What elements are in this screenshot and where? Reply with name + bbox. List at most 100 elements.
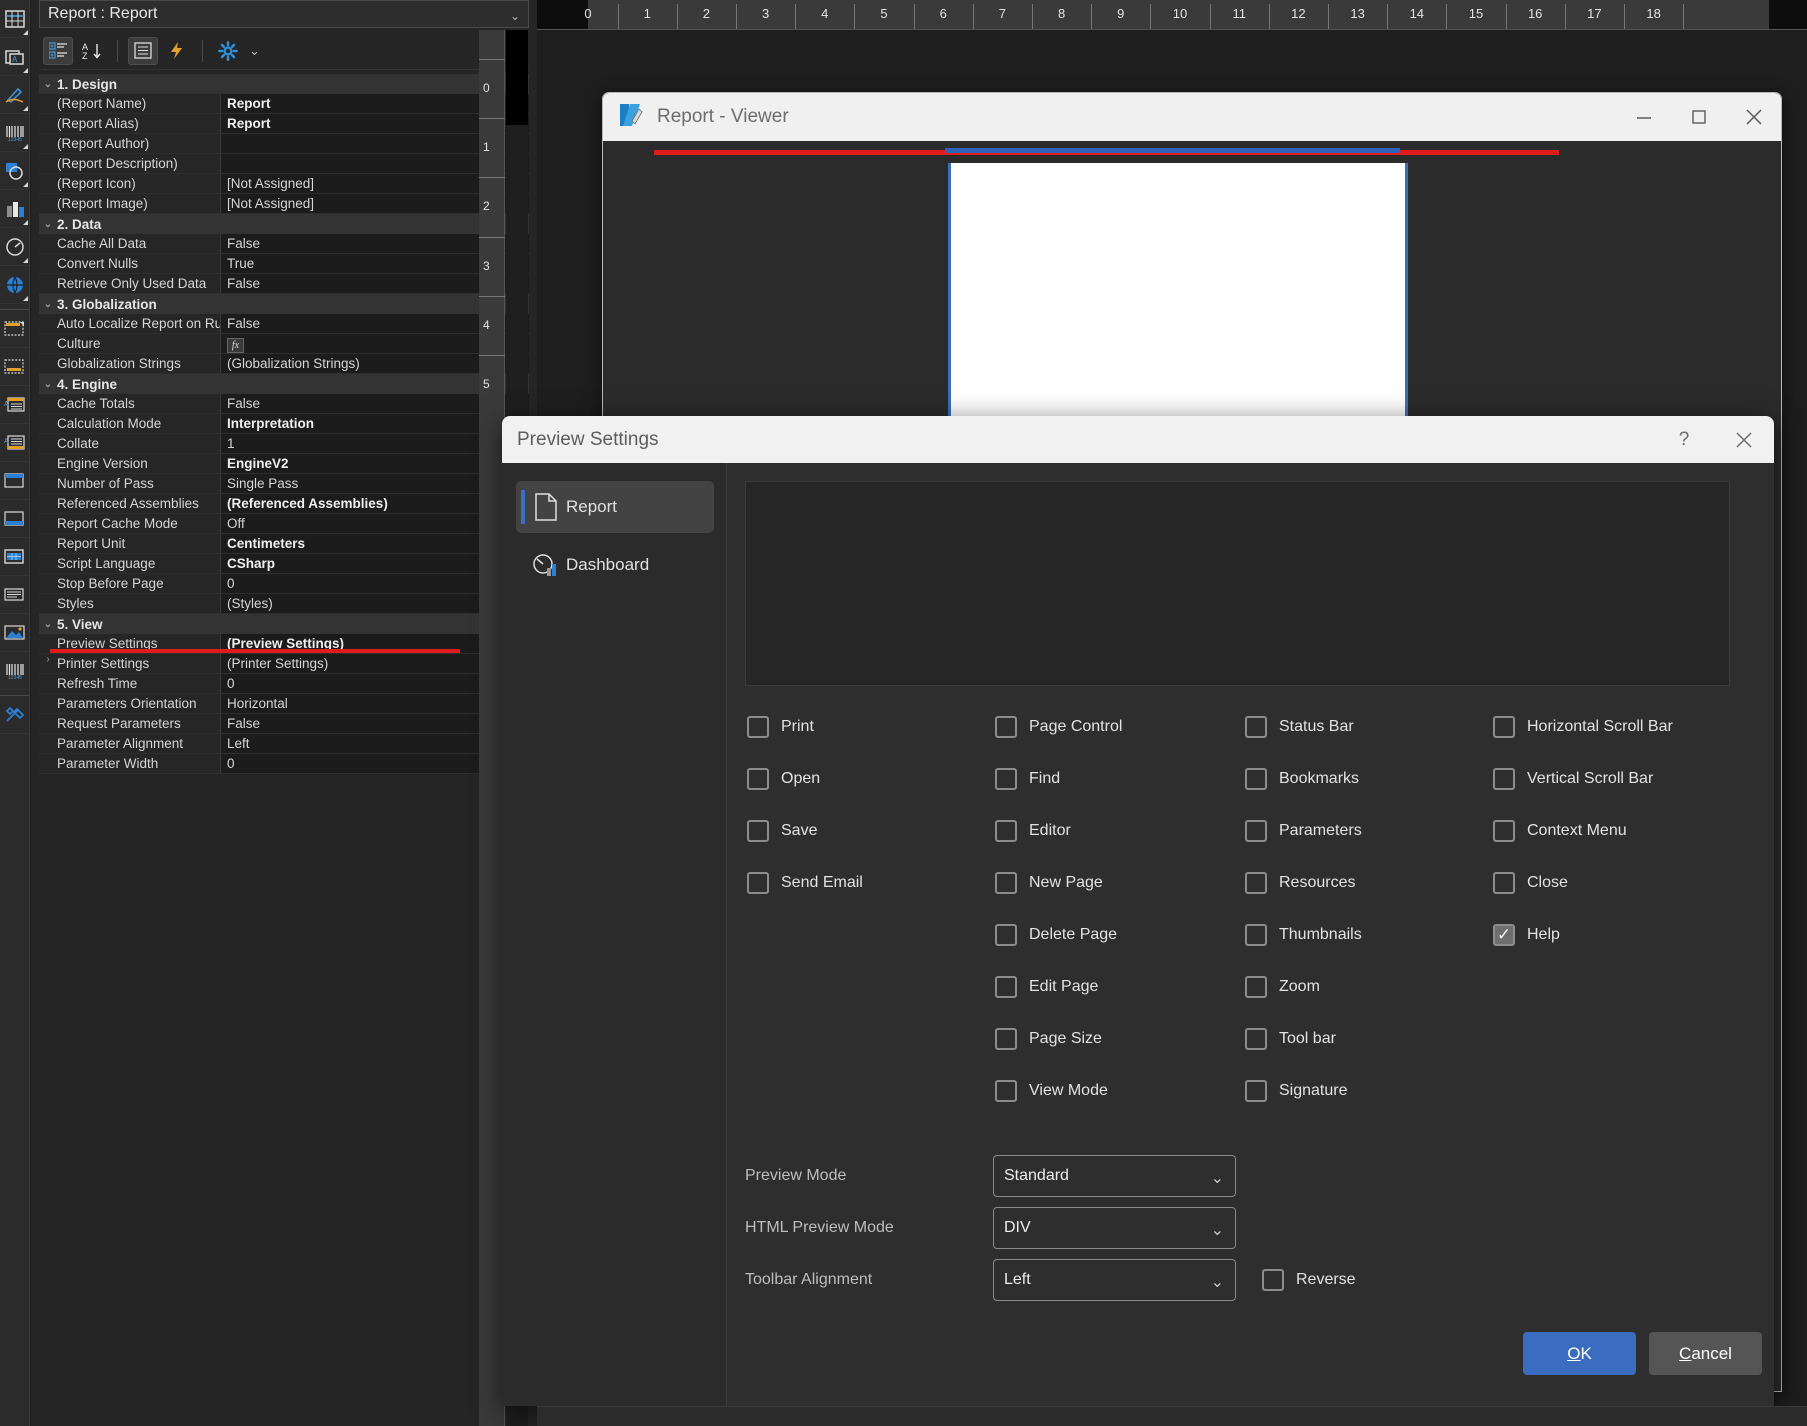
checkbox-item[interactable]: View Mode xyxy=(995,1075,1122,1107)
designer-horizontal-scrollbar[interactable] xyxy=(537,1406,1807,1426)
property-row[interactable]: › Printer Settings (Printer Settings) xyxy=(39,654,529,674)
viewer-title-bar[interactable]: Report - Viewer xyxy=(603,93,1781,141)
property-row[interactable]: Collate 1 xyxy=(39,434,529,454)
tool-page-footer-band[interactable]: A xyxy=(0,424,30,462)
checkbox-item[interactable]: Resources xyxy=(1245,867,1362,899)
checkbox[interactable] xyxy=(1245,716,1267,738)
checkbox-item[interactable]: Bookmarks xyxy=(1245,763,1362,795)
toolbar-alignment-select[interactable]: Left ⌄ xyxy=(993,1258,1236,1301)
property-category-row[interactable]: ⌄ 2. Data xyxy=(39,214,529,234)
tool-report-title-band[interactable] xyxy=(0,310,30,348)
checkbox[interactable] xyxy=(747,820,769,842)
checkbox-item[interactable]: Help xyxy=(1493,919,1673,951)
tool-text[interactable] xyxy=(0,576,30,614)
tool-expand-corner[interactable] xyxy=(23,258,28,263)
checkbox[interactable] xyxy=(1493,820,1515,842)
property-row[interactable]: Auto Localize Report on Run False xyxy=(39,314,529,334)
tool-chart[interactable] xyxy=(0,190,30,228)
property-row[interactable]: Request Parameters False xyxy=(39,714,529,734)
checkbox-item[interactable]: Save xyxy=(747,815,863,847)
tool-expand-corner[interactable] xyxy=(23,144,28,149)
tool-rich-text[interactable]: A xyxy=(0,38,30,76)
dialog-window-controls[interactable]: ? xyxy=(1654,416,1774,463)
checkbox[interactable] xyxy=(1245,872,1267,894)
tool-data-band[interactable] xyxy=(0,538,30,576)
events-button[interactable] xyxy=(162,37,192,65)
tool-image[interactable] xyxy=(0,614,30,652)
checkbox[interactable] xyxy=(1245,1080,1267,1102)
tool-expand-corner[interactable] xyxy=(23,220,28,225)
chevron-down-icon[interactable]: ⌄ xyxy=(1211,1272,1224,1292)
property-toolbar[interactable]: AZ ⌄ xyxy=(39,32,529,70)
tool-report-summary-band[interactable] xyxy=(0,348,30,386)
categorized-button[interactable] xyxy=(43,36,73,65)
checkbox-item[interactable]: Close xyxy=(1493,867,1673,899)
property-category-row[interactable]: ⌄ 4. Engine xyxy=(39,374,529,394)
checkbox-item[interactable]: Find xyxy=(995,763,1122,795)
checkbox[interactable] xyxy=(1493,872,1515,894)
reverse-checkbox[interactable] xyxy=(1262,1268,1284,1291)
tool-expand-corner[interactable] xyxy=(23,296,28,301)
chevron-down-icon[interactable]: ⌄ xyxy=(39,79,57,90)
minimize-icon[interactable] xyxy=(1616,93,1671,141)
tool-group-header-band[interactable] xyxy=(0,462,30,500)
property-row[interactable]: Cache Totals False xyxy=(39,394,529,414)
property-row[interactable]: (Report Name) Report xyxy=(39,94,529,114)
help-icon[interactable]: ? xyxy=(1654,416,1714,463)
property-row[interactable]: Styles (Styles) xyxy=(39,594,529,614)
checkbox[interactable] xyxy=(995,976,1017,998)
tool-expand-corner[interactable] xyxy=(23,30,28,35)
chevron-down-icon[interactable]: ⌄ xyxy=(39,299,57,310)
checkbox-item[interactable]: Context Menu xyxy=(1493,815,1673,847)
checkbox[interactable] xyxy=(1493,716,1515,738)
tool-group-footer-band[interactable] xyxy=(0,500,30,538)
checkbox-item[interactable]: Status Bar xyxy=(1245,711,1362,743)
checkbox[interactable] xyxy=(747,768,769,790)
checkbox-item[interactable]: Print xyxy=(747,711,863,743)
checkbox[interactable] xyxy=(1245,820,1267,842)
checkbox[interactable] xyxy=(995,820,1017,842)
tool-settings-wrench[interactable] xyxy=(0,696,30,734)
checkbox-item[interactable]: New Page xyxy=(995,867,1122,899)
checkbox[interactable] xyxy=(1245,768,1267,790)
tool-shape[interactable] xyxy=(0,152,30,190)
checkbox[interactable] xyxy=(1245,1028,1267,1050)
checkbox-item[interactable]: Send Email xyxy=(747,867,863,899)
property-row[interactable]: Refresh Time 0 xyxy=(39,674,529,694)
nav-item-dashboard[interactable]: Dashboard xyxy=(516,539,714,591)
property-row[interactable]: Stop Before Page 0 xyxy=(39,574,529,594)
property-category-row[interactable]: ⌄ 1. Design xyxy=(39,74,529,94)
checkbox-item[interactable]: Horizontal Scroll Bar xyxy=(1493,711,1673,743)
chevron-down-icon[interactable]: ⌄ xyxy=(1211,1220,1224,1240)
checkbox[interactable] xyxy=(995,768,1017,790)
chevron-down-icon[interactable]: ⌄ xyxy=(1211,1168,1224,1188)
property-row[interactable]: Parameter Width 0 xyxy=(39,754,529,774)
tool-barcode[interactable]: 12345 xyxy=(0,114,30,152)
property-row[interactable]: (Report Image) [Not Assigned] xyxy=(39,194,529,214)
checkbox-item[interactable]: Signature xyxy=(1245,1075,1362,1107)
property-category-row[interactable]: ⌄ 5. View xyxy=(39,614,529,634)
property-row[interactable]: (Report Icon) [Not Assigned] xyxy=(39,174,529,194)
checkbox-item[interactable]: Parameters xyxy=(1245,815,1362,847)
checkbox[interactable] xyxy=(995,924,1017,946)
property-row[interactable]: Report Unit Centimeters xyxy=(39,534,529,554)
checkbox[interactable] xyxy=(1245,976,1267,998)
checkbox-item[interactable]: Thumbnails xyxy=(1245,919,1362,951)
property-grid[interactable]: ⌄ 1. Design (Report Name) Report (Report Ali… xyxy=(39,74,529,774)
property-row[interactable]: Parameter Alignment Left xyxy=(39,734,529,754)
gear-chevron-icon[interactable]: ⌄ xyxy=(249,43,260,59)
dialog-nav-list[interactable]: Report Dashboard xyxy=(502,463,727,1406)
checkbox[interactable] xyxy=(1493,924,1515,946)
checkbox[interactable] xyxy=(1245,924,1267,946)
property-row[interactable]: Retrieve Only Used Data False xyxy=(39,274,529,294)
chevron-down-icon[interactable]: ⌄ xyxy=(39,619,57,630)
checkbox-item[interactable]: Tool bar xyxy=(1245,1023,1362,1055)
checkbox-item[interactable]: Zoom xyxy=(1245,971,1362,1003)
checkbox[interactable] xyxy=(747,716,769,738)
dialog-title-bar[interactable]: Preview Settings ? xyxy=(502,416,1774,463)
checkbox-item[interactable]: Editor xyxy=(995,815,1122,847)
checkbox-item[interactable]: Open xyxy=(747,763,863,795)
ok-button[interactable]: OK xyxy=(1523,1332,1636,1375)
tool-expand-corner[interactable] xyxy=(23,106,28,111)
checkbox[interactable] xyxy=(995,1080,1017,1102)
